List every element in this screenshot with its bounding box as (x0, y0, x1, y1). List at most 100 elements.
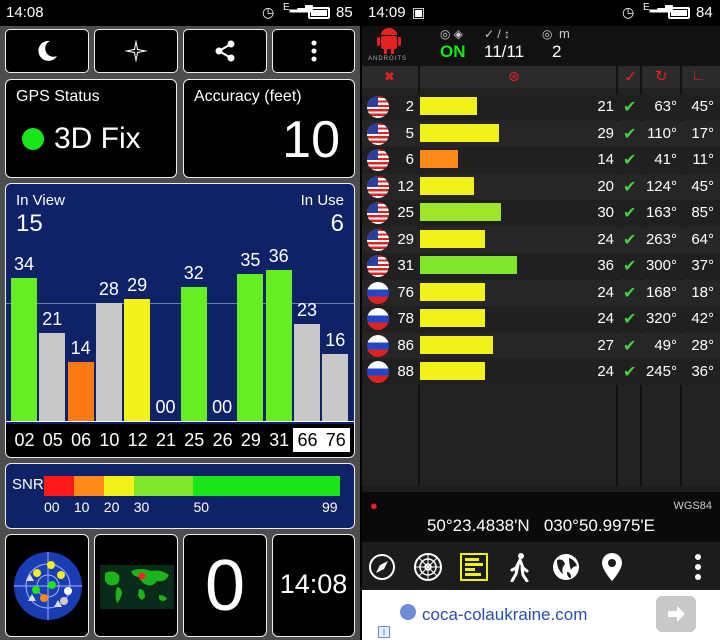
satellite-prn: 86 (397, 336, 414, 354)
signal-strength-bar (420, 176, 474, 195)
azimuth-value: 49° (654, 336, 677, 354)
satellite-prn-label[interactable]: 02 (10, 428, 39, 452)
status-time: 14:08 (6, 4, 44, 21)
fix-indicator-icon (22, 128, 44, 150)
walk-tab[interactable] (504, 551, 536, 583)
gps-status-panel[interactable]: GPS Status 3D Fix (5, 79, 177, 178)
used-check-icon: ✔ (623, 205, 637, 222)
ad-info-icon[interactable]: i (378, 626, 390, 638)
gps-status-app: 14:08 ◷ E▂▃▅ 85 GPS Status 3D Fix Accura… (0, 0, 360, 640)
signal-strength-bar (420, 362, 485, 380)
ru-flag-icon (367, 308, 389, 330)
snr-value: 36 (597, 257, 614, 274)
table-row[interactable]: 6 14 ✔ 41° 11° (362, 147, 720, 173)
speed-tile[interactable]: 0 (183, 534, 267, 637)
satellite-prn-label[interactable]: 29 (236, 428, 265, 452)
ru-flag-icon (367, 281, 389, 304)
azimuth-value: 124° (645, 177, 677, 195)
ad-open-button[interactable] (656, 596, 696, 632)
satellite-prn-label[interactable]: 06 (67, 428, 96, 452)
elevation-value: 18° (691, 283, 714, 301)
elevation-value: 45° (691, 177, 714, 195)
share-button[interactable] (183, 29, 267, 73)
satellite-prn-label[interactable]: 76 (321, 428, 351, 452)
location-tab[interactable] (596, 551, 628, 583)
elevation-value: 11° (692, 151, 714, 168)
us-flag-icon (367, 96, 389, 118)
snr-tick-label: 20 (103, 499, 120, 515)
table-row[interactable]: 76 24 ✔ 168° 18° (362, 279, 720, 306)
snr-tick-label: 30 (133, 499, 150, 515)
snr-color-segment (193, 476, 340, 496)
satellite-prn-label[interactable]: 25 (180, 428, 209, 452)
gps-status-title: GPS Status (16, 88, 100, 105)
snr-value: 21 (597, 98, 614, 115)
satellite-prn-label[interactable]: 21 (152, 428, 181, 452)
clock-tile[interactable]: 14:08 (272, 534, 355, 637)
prn-labels: 02 05 06 10 12 21 25 26 29 31 66 76 (6, 184, 354, 457)
table-row[interactable]: 5 29 ✔ 110° 17° (362, 120, 720, 147)
elevation-value: 45° (691, 98, 714, 115)
speed-value: 0 (204, 546, 246, 626)
satellite-table[interactable]: ✖ ⊛ ✓ ↻ ∟ 2 21 ✔ 63° 45° 5 29 ✔ 110° 17° 6 14 ✔ 41° 11… (362, 66, 720, 486)
satellite-prn: 78 (397, 310, 414, 327)
us-flag-icon (367, 149, 389, 171)
clock-value: 14:08 (279, 569, 348, 599)
used-check-icon: ✔ (623, 125, 637, 143)
accuracy-title: Accuracy (feet) (194, 88, 302, 105)
satellite-prn: 6 (405, 151, 414, 168)
app-header: ANDROITS ◎ ◈ ON ✓ / ↕ 11/11 ◎ m 2 (362, 26, 720, 66)
table-row[interactable]: 31 36 ✔ 300° 37° (362, 253, 720, 279)
table-row[interactable]: 25 30 ✔ 163° 85° (362, 200, 720, 226)
gps-satellites-app: 14:09 ▣ ◷ E▂▃▅ 84 ANDROITS ◎ ◈ ON ✓ / ↕ … (362, 0, 720, 640)
elevation-column-icon: ∟ (691, 67, 706, 84)
satellite-prn-label[interactable]: 31 (265, 428, 294, 452)
satellite-prn-label[interactable]: 12 (123, 428, 152, 452)
radar-icon (414, 553, 442, 581)
elevation-value: 42° (691, 310, 714, 327)
ru-flag-icon (367, 334, 389, 357)
ad-banner[interactable]: coca-colaukraine.com i (362, 590, 720, 640)
azimuth-value: 168° (645, 283, 677, 301)
compass-tab[interactable] (366, 551, 398, 583)
sky-view-radar-icon (14, 552, 82, 620)
table-row[interactable]: 88 24 ✔ 245° 36° (362, 359, 720, 385)
used-check-icon: ✔ (623, 99, 637, 116)
table-row[interactable]: 86 27 ✔ 49° 28° (362, 332, 720, 359)
table-row[interactable]: 29 24 ✔ 263° 64° (362, 226, 720, 253)
signal-bars-tab[interactable] (458, 551, 490, 583)
satellite-prn-label[interactable]: 26 (208, 428, 237, 452)
radar-tab[interactable] (412, 551, 444, 583)
table-row[interactable]: 78 24 ✔ 320° 42° (362, 306, 720, 332)
world-map-tile[interactable] (94, 534, 178, 637)
signal-strength-bar (420, 309, 485, 327)
sky-view-tile[interactable] (5, 534, 89, 637)
gps-on-status: ON (440, 42, 466, 61)
us-flag-icon (367, 122, 389, 145)
snr-color-segment (44, 476, 74, 496)
snr-tick-label: 99 (322, 499, 338, 515)
night-mode-button[interactable] (5, 29, 89, 73)
signal-strength-bar (420, 282, 485, 301)
satellite-prn: 29 (397, 230, 414, 248)
satellite-prn: 12 (397, 177, 414, 195)
compass-button[interactable] (94, 29, 178, 73)
satellite-prn-label[interactable]: 66 (293, 428, 322, 452)
elevation-value: 17° (691, 124, 714, 142)
elevation-value: 85° (691, 204, 714, 221)
accuracy-panel[interactable]: Accuracy (feet) 10 (183, 79, 355, 178)
satellite-prn-label[interactable]: 05 (38, 428, 67, 452)
satellite-snr-chart[interactable]: In View 15 In Use 6 34 21 14 28 29 00 32 00 35 36… (5, 183, 355, 458)
overflow-menu-button[interactable] (272, 29, 355, 73)
overflow-menu-button[interactable] (682, 551, 714, 583)
table-row[interactable]: 2 21 ✔ 63° 45° (362, 94, 720, 120)
satellite-prn-label[interactable]: 10 (95, 428, 124, 452)
us-flag-icon (367, 255, 389, 277)
split-screen: 14:08 ◷ E▂▃▅ 85 GPS Status 3D Fix Accura… (0, 0, 720, 640)
world-tab[interactable] (550, 551, 582, 583)
satellite-prn: 25 (397, 204, 414, 221)
azimuth-column-icon: ↻ (655, 68, 668, 85)
ad-url[interactable]: coca-colaukraine.com (422, 605, 587, 625)
table-row[interactable]: 12 20 ✔ 124° 45° (362, 173, 720, 200)
coordinates-panel[interactable]: ● WGS84 50°23.4838'N 030°50.9975'E (362, 492, 720, 542)
